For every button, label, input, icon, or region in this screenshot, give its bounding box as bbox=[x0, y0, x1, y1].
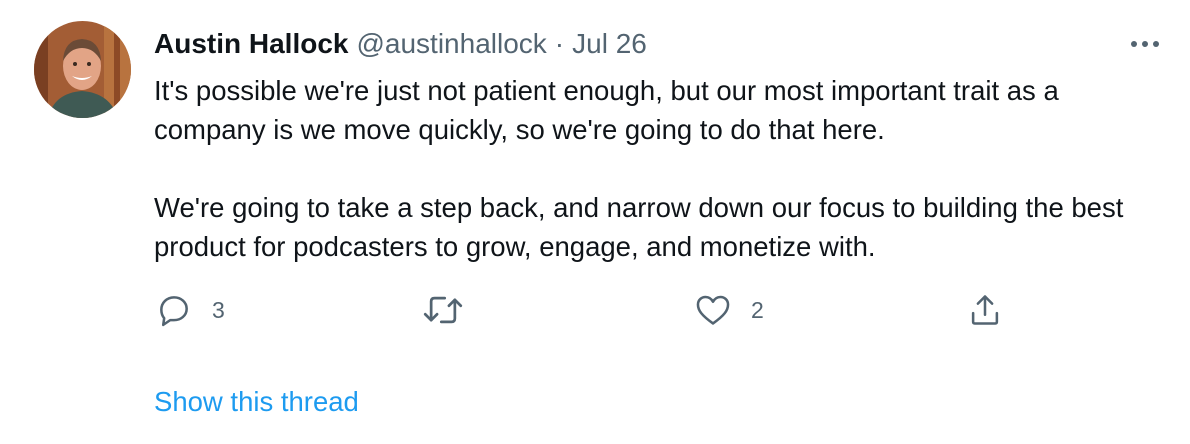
share-button[interactable] bbox=[966, 290, 1004, 330]
tweet-date[interactable]: Jul 26 bbox=[572, 28, 647, 60]
retweet-icon bbox=[423, 296, 463, 324]
like-count: 2 bbox=[751, 296, 764, 323]
heart-icon bbox=[696, 295, 730, 325]
reply-button[interactable]: 3 bbox=[155, 290, 225, 330]
like-button[interactable]: 2 bbox=[694, 290, 764, 330]
retweet-button[interactable] bbox=[421, 290, 484, 330]
tweet-paragraph: We're going to take a step back, and nar… bbox=[154, 192, 1124, 262]
reply-icon bbox=[160, 296, 188, 327]
separator-dot: · bbox=[554, 28, 565, 59]
share-icon bbox=[971, 295, 999, 325]
avatar[interactable] bbox=[34, 21, 131, 118]
more-horizontal-icon bbox=[1131, 41, 1159, 47]
tweet-actions: 3 2 bbox=[0, 290, 1190, 330]
author-name[interactable]: Austin Hallock bbox=[154, 28, 348, 60]
show-thread-link[interactable]: Show this thread bbox=[154, 386, 359, 418]
tweet-text: It's possible we're just not patient eno… bbox=[154, 71, 1164, 266]
more-options-button[interactable] bbox=[1128, 34, 1162, 54]
avatar-image bbox=[34, 21, 131, 118]
tweet-paragraph: It's possible we're just not patient eno… bbox=[154, 75, 1059, 145]
author-handle[interactable]: @austinhallock bbox=[356, 28, 546, 60]
reply-count: 3 bbox=[212, 296, 225, 323]
tweet-header: Austin Hallock @austinhallock · Jul 26 bbox=[154, 27, 647, 61]
